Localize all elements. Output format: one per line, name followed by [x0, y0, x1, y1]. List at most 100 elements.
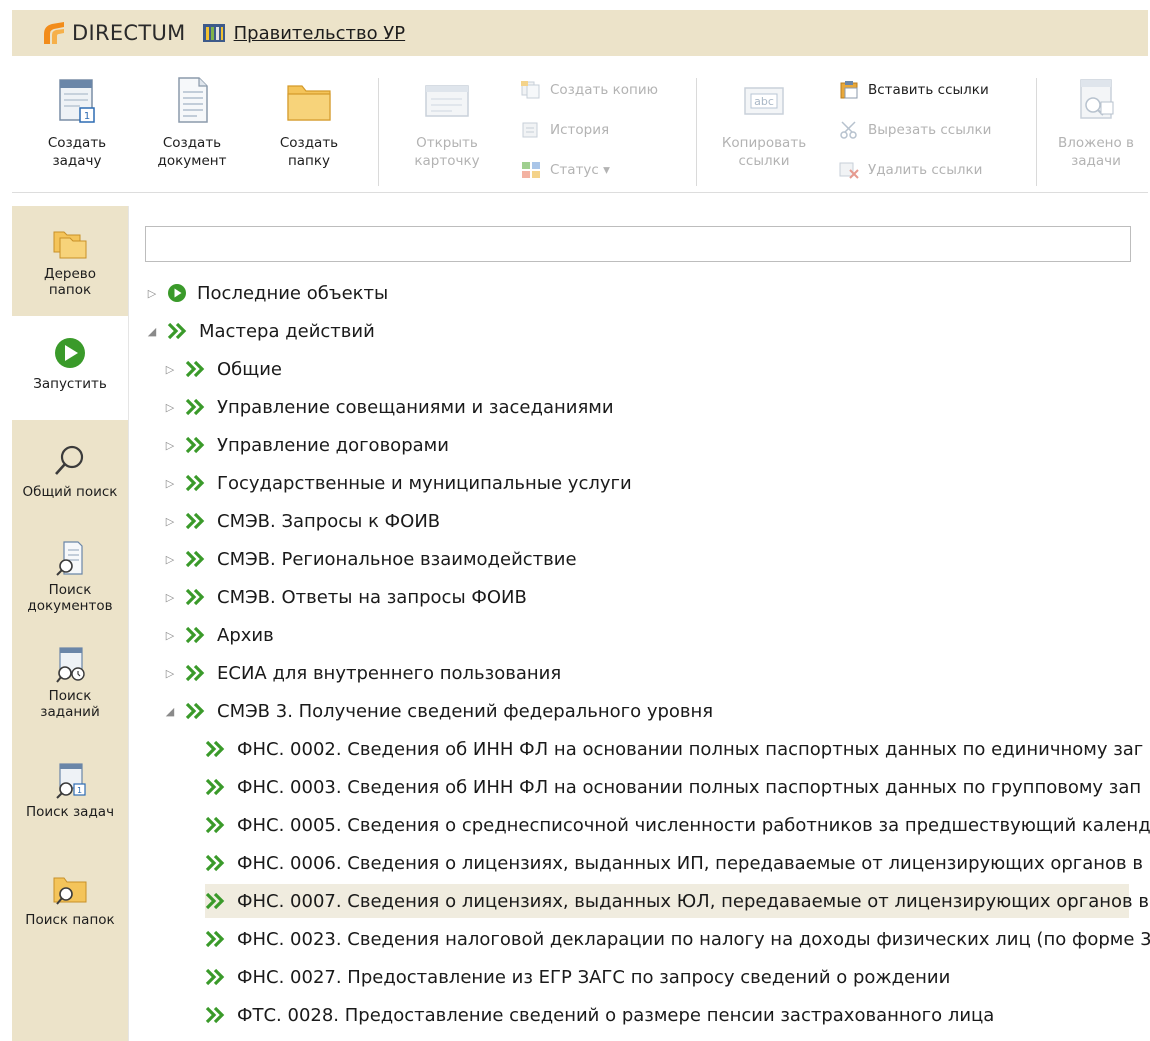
attached-in-tasks-button[interactable]: Вложено в задачи	[1048, 72, 1144, 170]
tree-node-label: ФНС. 0005. Сведения о среднесписочной чи…	[237, 814, 1150, 836]
tree-node[interactable]: ◢ СМЭВ 3. Получение сведений федерального…	[163, 694, 713, 728]
double-chevron-icon	[205, 816, 225, 834]
expand-toggle-icon[interactable]: ▷	[163, 363, 177, 376]
create-document-button[interactable]: Создать документ	[147, 72, 237, 170]
tree-node[interactable]: ФНС. 0006. Сведения о лицензиях, выданны…	[205, 846, 1143, 880]
tree-node[interactable]: ФНС. 0003. Сведения об ИНН ФЛ на основан…	[205, 770, 1141, 804]
tree-node[interactable]: ▷ СМЭВ. Ответы на запросы ФОИВ	[163, 580, 527, 614]
double-chevron-icon	[185, 436, 205, 454]
expand-toggle-icon[interactable]: ▷	[163, 477, 177, 490]
tree-node[interactable]: ◢ Мастера действий	[145, 314, 375, 348]
expand-toggle-icon[interactable]: ▷	[163, 591, 177, 604]
tree-node[interactable]: ▷ Последние объекты	[145, 276, 388, 310]
nav-task-search[interactable]: 1 Поиск задач	[12, 762, 128, 834]
organization-link[interactable]: Правительство УР	[234, 23, 406, 44]
ribbon-separator	[696, 78, 697, 186]
nav-task-search-label: Поиск задач	[25, 804, 115, 820]
tree-node-label: ФНС. 0002. Сведения об ИНН ФЛ на основан…	[237, 738, 1144, 760]
ribbon-toolbar: 1 Создать задачу Создать документ Создат…	[12, 62, 1148, 193]
search-input[interactable]	[145, 226, 1131, 262]
expand-toggle-icon[interactable]: ▷	[163, 439, 177, 452]
double-chevron-icon	[205, 854, 225, 872]
double-chevron-icon	[185, 512, 205, 530]
expand-toggle-icon[interactable]: ▷	[163, 515, 177, 528]
copy-links-button[interactable]: abc Копировать ссылки	[712, 72, 816, 170]
tree-node[interactable]: ФНС. 0002. Сведения об ИНН ФЛ на основан…	[205, 732, 1143, 766]
nav-document-search-label: Поиск документов	[27, 582, 113, 614]
tree-node[interactable]: ФТС. 0028. Предоставление сведений о раз…	[205, 998, 994, 1032]
attached-in-tasks-label: Вложено в задачи	[1058, 135, 1134, 169]
cut-links-button[interactable]: Вырезать ссылки	[838, 120, 991, 140]
tree-node[interactable]: ▷ СМЭВ. Региональное взаимодействие	[163, 542, 577, 576]
tree-node-label: СМЭВ. Региональное взаимодействие	[217, 548, 577, 570]
organization-icon	[202, 24, 225, 42]
task-search-icon: 1	[56, 763, 86, 799]
double-chevron-icon	[185, 702, 205, 720]
create-document-label: Создать документ	[157, 135, 227, 169]
create-copy-button[interactable]: Создать копию	[520, 80, 658, 100]
main-panel: ▷ Последние объекты ◢ Мастера действий ▷ Общи…	[128, 206, 1150, 1041]
history-button[interactable]: История	[520, 120, 609, 140]
expand-toggle-icon[interactable]: ▷	[163, 553, 177, 566]
tree-node[interactable]: ▷ Управление договорами	[163, 428, 449, 462]
double-chevron-icon	[205, 778, 225, 796]
nav-general-search[interactable]: Общий поиск	[12, 442, 128, 522]
tree-node-label: Управление договорами	[217, 434, 449, 456]
play-icon	[168, 284, 186, 302]
create-folder-label: Создать папку	[279, 135, 339, 169]
tree-node[interactable]: ▷ Архив	[163, 618, 274, 652]
tree-node[interactable]: ФНС. 0023. Сведения налоговой декларации…	[205, 922, 1150, 956]
tree-node-label: Архив	[217, 624, 274, 646]
open-card-button[interactable]: Открыть карточку	[402, 72, 492, 170]
create-task-button[interactable]: 1 Создать задачу	[32, 72, 122, 170]
tree-node-label: ФНС. 0007. Сведения о лицензиях, выданны…	[237, 890, 1149, 912]
tree-node[interactable]: ▷ ЕСИА для внутреннего пользования	[163, 656, 561, 690]
delete-links-label: Удалить ссылки	[868, 162, 983, 178]
tree-node[interactable]: ▷ Управление совещаниями и заседаниями	[163, 390, 614, 424]
tree-node[interactable]: ▷ Государственные и муниципальные услуги	[163, 466, 632, 500]
brand-name: DIRECTUM	[72, 21, 186, 45]
scissors-icon	[840, 121, 857, 139]
expand-toggle-icon[interactable]: ▷	[145, 287, 159, 300]
tree-node-label: Общие	[217, 358, 282, 380]
tree-node-label: СМЭВ. Ответы на запросы ФОИВ	[217, 586, 527, 608]
paste-clipboard-icon	[840, 81, 858, 99]
tree-node[interactable]: ФНС. 0007. Сведения о лицензиях, выданны…	[205, 884, 1149, 918]
nav-assignment-search[interactable]: Поиск заданий	[12, 646, 128, 736]
nav-run-label: Запустить	[33, 376, 107, 392]
tree-node[interactable]: ФНС. 0005. Сведения о среднесписочной чи…	[205, 808, 1150, 842]
tree-node-label: Государственные и муниципальные услуги	[217, 472, 632, 494]
nav-folder-search-label: Поиск папок	[25, 912, 115, 928]
double-chevron-icon	[185, 398, 205, 416]
tree-node-label: ФНС. 0003. Сведения об ИНН ФЛ на основан…	[237, 776, 1142, 798]
double-chevron-icon	[205, 892, 225, 910]
tree-node[interactable]: ▷ СМЭВ. Запросы к ФОИВ	[163, 504, 440, 538]
double-chevron-icon	[185, 360, 205, 378]
nav-folder-tree[interactable]: Дерево папок	[12, 220, 128, 316]
delete-links-button[interactable]: Удалить ссылки	[838, 160, 982, 180]
double-chevron-icon	[205, 1006, 225, 1024]
status-dropdown[interactable]: Статус ▾	[520, 160, 610, 180]
create-task-label: Создать задачу	[47, 135, 107, 169]
nav-run[interactable]: Запустить	[12, 316, 128, 420]
collapse-toggle-icon[interactable]: ◢	[163, 705, 177, 718]
collapse-toggle-icon[interactable]: ◢	[145, 325, 159, 338]
tree-node[interactable]: ▷ Общие	[163, 352, 282, 386]
tree-node-label: ФНС. 0023. Сведения налоговой декларации…	[237, 928, 1150, 950]
tree-node-label: Управление совещаниями и заседаниями	[217, 396, 614, 418]
expand-toggle-icon[interactable]: ▷	[163, 401, 177, 414]
left-navigation: Дерево папок Запустить Общий поиск Поиск…	[12, 206, 128, 1041]
create-folder-button[interactable]: Создать папку	[264, 72, 354, 170]
document-search-icon	[56, 541, 83, 576]
open-card-label: Открыть карточку	[414, 135, 480, 169]
nav-document-search[interactable]: Поиск документов	[12, 540, 128, 630]
expand-toggle-icon[interactable]: ▷	[163, 629, 177, 642]
attached-search-icon	[1080, 79, 1114, 119]
tree-node-label: Последние объекты	[197, 282, 389, 304]
assignment-search-icon	[56, 647, 85, 683]
paste-links-button[interactable]: Вставить ссылки	[838, 80, 989, 100]
nav-folder-search[interactable]: Поиск папок	[12, 870, 128, 942]
tree-node[interactable]: ФНС. 0027. Предоставление из ЕГР ЗАГС по…	[205, 960, 950, 994]
expand-toggle-icon[interactable]: ▷	[163, 667, 177, 680]
tree-node-label: СМЭВ 3. Получение сведений федерального …	[217, 700, 714, 722]
